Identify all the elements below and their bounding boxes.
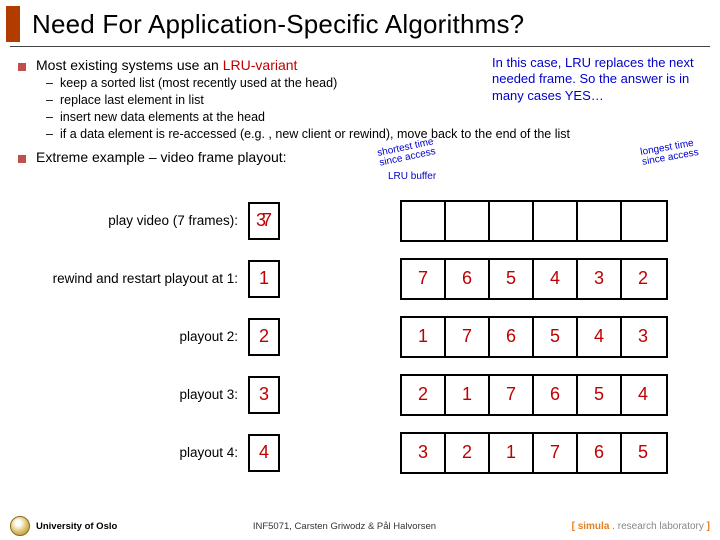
side-note: In this case, LRU replaces the next need… xyxy=(492,55,702,104)
playout-table: play video (7 frames): 3 7 xyxy=(18,195,702,479)
buffer-cell xyxy=(622,202,664,240)
lru-buffer: 1 7 6 5 4 3 xyxy=(400,316,668,358)
table-row: playout 4: 4 3 2 1 7 6 5 xyxy=(18,427,702,479)
lru-buffer-label: LRU buffer xyxy=(388,171,436,182)
slide-body: In this case, LRU replaces the next need… xyxy=(0,55,720,479)
box-digit: 7 xyxy=(262,210,272,231)
lru-buffer: 7 6 5 4 3 2 xyxy=(400,258,668,300)
buffer-cell: 7 xyxy=(490,376,534,414)
buffer-cell: 5 xyxy=(490,260,534,298)
current-frame-box: 3 7 xyxy=(248,202,280,240)
buffer-cell: 1 xyxy=(446,376,490,414)
buffer-cell: 5 xyxy=(534,318,578,356)
buffer-cell: 6 xyxy=(578,434,622,472)
buffer-cell: 3 xyxy=(402,434,446,472)
bullet-2-text: Extreme example – video frame playout: xyxy=(36,149,287,165)
buffer-cell: 4 xyxy=(578,318,622,356)
lru-buffer xyxy=(400,200,668,242)
buffer-cell: 4 xyxy=(534,260,578,298)
table-row: play video (7 frames): 3 7 xyxy=(18,195,702,247)
row-label: play video (7 frames): xyxy=(18,213,248,228)
title-accent-block xyxy=(6,6,20,42)
buffer-cell: 6 xyxy=(490,318,534,356)
table-row: rewind and restart playout at 1: 1 7 6 5… xyxy=(18,253,702,305)
buffer-cell: 2 xyxy=(622,260,664,298)
buffer-cell xyxy=(446,202,490,240)
slide-footer: University of Oslo INF5071, Carsten Griw… xyxy=(0,516,720,536)
title-bar: Need For Application-Specific Algorithms… xyxy=(0,0,720,46)
sub-item-text: replace last element in list xyxy=(60,92,204,109)
buffer-cell: 1 xyxy=(490,434,534,472)
lru-buffer: 3 2 1 7 6 5 xyxy=(400,432,668,474)
sub-item: –if a data element is re-accessed (e.g. … xyxy=(46,126,702,143)
simula-text: simula xyxy=(578,521,610,532)
row-label: playout 4: xyxy=(18,445,248,460)
title-underline xyxy=(10,46,710,47)
buffer-cell: 2 xyxy=(402,376,446,414)
current-frame-box: 4 xyxy=(248,434,280,472)
buffer-cell xyxy=(402,202,446,240)
buffer-cell xyxy=(490,202,534,240)
buffer-cell: 3 xyxy=(622,318,664,356)
lab-text: research laboratory xyxy=(618,521,704,532)
buffer-cell: 5 xyxy=(578,376,622,414)
dot: . xyxy=(609,521,617,532)
lru-variant-text: LRU-variant xyxy=(223,57,298,73)
buffer-cell xyxy=(578,202,622,240)
sub-item-text: if a data element is re-accessed (e.g. ,… xyxy=(60,126,570,143)
table-row: playout 3: 3 2 1 7 6 5 4 xyxy=(18,369,702,421)
bullet-1-lead: Most existing systems use an xyxy=(36,57,223,73)
row-label: playout 2: xyxy=(18,329,248,344)
bracket: ] xyxy=(704,521,710,532)
footer-center-text: INF5071, Carsten Griwodz & Pål Halvorsen xyxy=(253,521,436,532)
slide-root: Need For Application-Specific Algorithms… xyxy=(0,0,720,540)
university-seal-icon xyxy=(10,516,30,536)
sub-item-text: insert new data elements at the head xyxy=(60,109,265,126)
current-frame-box: 3 xyxy=(248,376,280,414)
dash-icon: – xyxy=(46,75,60,92)
slide-title: Need For Application-Specific Algorithms… xyxy=(32,9,524,40)
footer-left: University of Oslo xyxy=(10,516,117,536)
sub-item-text: keep a sorted list (most recently used a… xyxy=(60,75,337,92)
row-label: playout 3: xyxy=(18,387,248,402)
buffer-cell: 7 xyxy=(534,434,578,472)
dash-icon: – xyxy=(46,92,60,109)
buffer-cell: 3 xyxy=(578,260,622,298)
section-2: Extreme example – video frame playout: s… xyxy=(18,149,702,479)
row-label: rewind and restart playout at 1: xyxy=(18,271,248,286)
buffer-cell: 5 xyxy=(622,434,664,472)
bullet-square-icon xyxy=(18,63,26,71)
lru-buffer: 2 1 7 6 5 4 xyxy=(400,374,668,416)
dash-icon: – xyxy=(46,126,60,143)
sub-item: –insert new data elements at the head xyxy=(46,109,702,126)
buffer-cell: 4 xyxy=(622,376,664,414)
bullet-1-text: Most existing systems use an LRU-variant xyxy=(36,57,297,73)
buffer-cell: 7 xyxy=(446,318,490,356)
buffer-cell: 6 xyxy=(446,260,490,298)
buffer-cell: 7 xyxy=(402,260,446,298)
buffer-cell: 1 xyxy=(402,318,446,356)
buffer-cell: 2 xyxy=(446,434,490,472)
footer-left-text: University of Oslo xyxy=(36,521,117,532)
buffer-cell xyxy=(534,202,578,240)
table-row: playout 2: 2 1 7 6 5 4 3 xyxy=(18,311,702,363)
dash-icon: – xyxy=(46,109,60,126)
bullet-2: Extreme example – video frame playout: xyxy=(18,149,702,165)
footer-right: [ simula . research laboratory ] xyxy=(572,521,710,532)
current-frame-box: 2 xyxy=(248,318,280,356)
buffer-cell: 6 xyxy=(534,376,578,414)
bullet-square-icon xyxy=(18,155,26,163)
current-frame-box: 1 xyxy=(248,260,280,298)
